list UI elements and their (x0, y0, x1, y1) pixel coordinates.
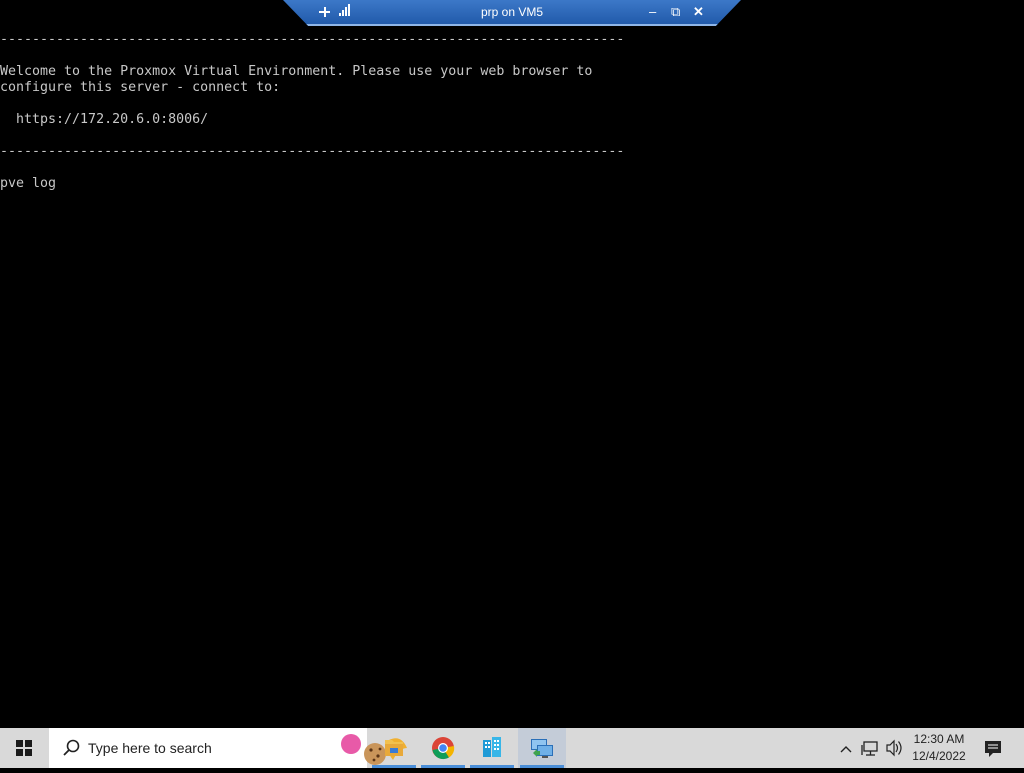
taskbar-server-app[interactable] (468, 728, 516, 768)
network-icon (861, 741, 878, 756)
taskbar-file-explorer[interactable] (370, 728, 418, 768)
chrome-icon (432, 737, 455, 760)
volume-control[interactable] (884, 728, 904, 768)
start-button[interactable] (0, 728, 48, 768)
notification-icon (985, 741, 1001, 757)
clock-time: 12:30 AM (913, 732, 965, 746)
network-status[interactable] (860, 728, 882, 768)
action-center-button[interactable] (978, 728, 1008, 768)
clock-date: 12/4/2022 (912, 749, 966, 763)
taskbar: Type here to search 12:30 AM 12/4/2022 (0, 728, 1024, 768)
search-placeholder: Type here to search (88, 740, 212, 756)
minimize-button[interactable]: – (649, 3, 656, 21)
chevron-up-icon (840, 746, 852, 753)
show-hidden-icons-button[interactable] (838, 728, 854, 768)
search-box[interactable]: Type here to search (49, 728, 407, 768)
close-button[interactable]: ✕ (693, 3, 704, 21)
clock[interactable]: 12:30 AM 12/4/2022 (906, 731, 972, 765)
windows-logo-icon (16, 740, 32, 756)
building-icon (483, 737, 501, 757)
taskbar-remote-desktop[interactable] (518, 728, 566, 768)
remote-desktop-connection-bar[interactable]: prp on VM5 – ⧉ ✕ (283, 0, 741, 26)
taskbar-chrome[interactable] (419, 728, 467, 768)
console-output[interactable]: ----------------------------------------… (0, 32, 624, 192)
restore-button[interactable]: ⧉ (671, 3, 680, 21)
speaker-icon (886, 739, 902, 757)
folder-icon (385, 740, 403, 756)
search-icon (63, 739, 80, 756)
remote-desktop-icon (531, 739, 553, 758)
